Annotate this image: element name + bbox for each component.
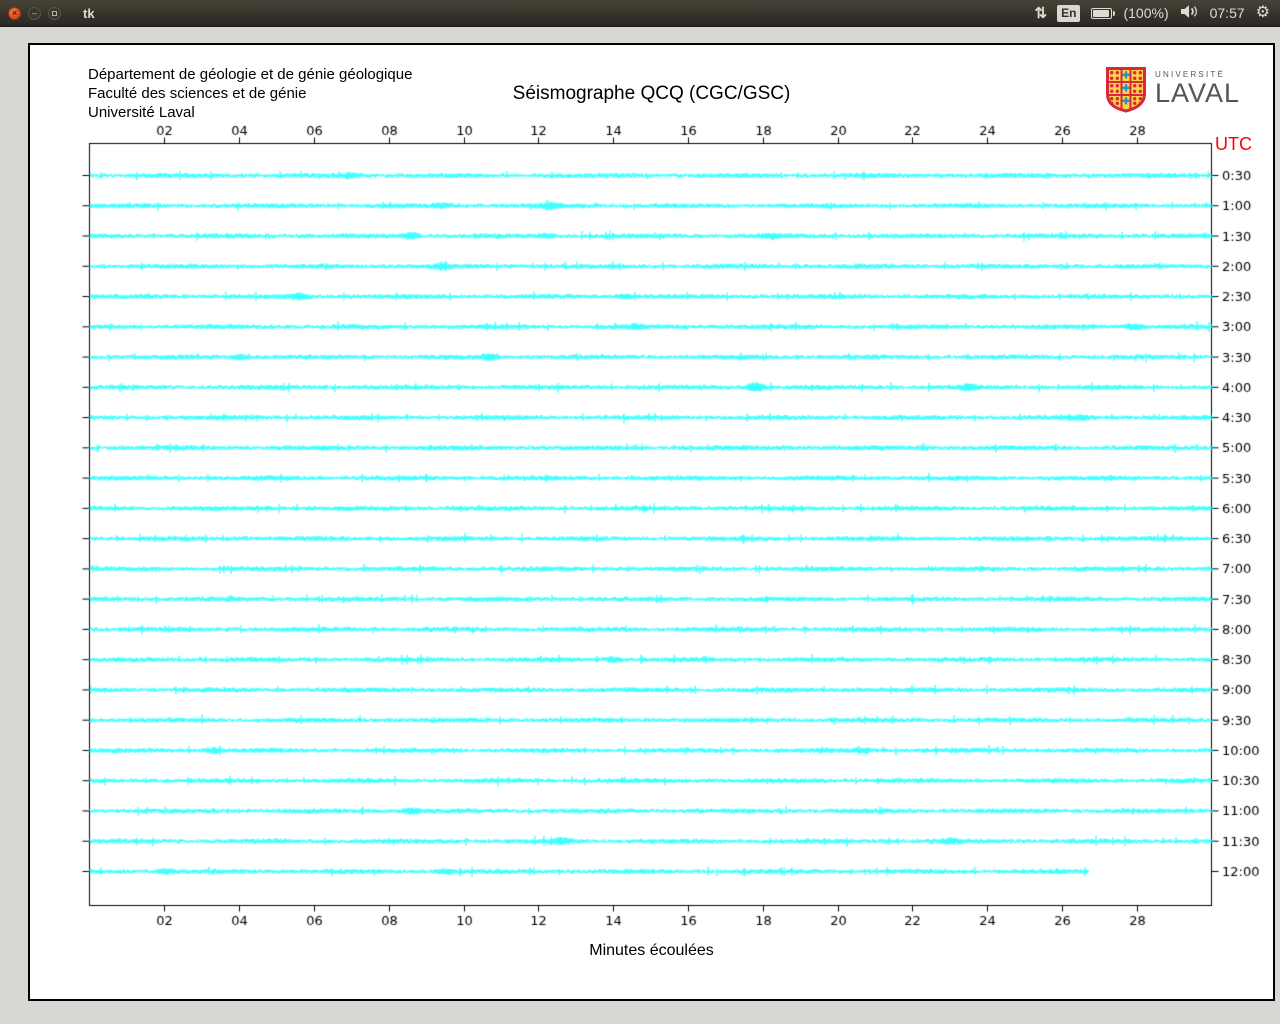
minimize-icon: –	[31, 7, 37, 18]
laval-shield-icon	[1106, 67, 1146, 113]
window-title: tk	[83, 5, 95, 21]
session-gear-icon[interactable]: ⚙	[1256, 5, 1270, 21]
minimize-button[interactable]: –	[28, 6, 41, 20]
window-controls: × –	[8, 6, 61, 20]
close-button[interactable]: ×	[8, 6, 21, 20]
battery-icon[interactable]	[1091, 7, 1116, 19]
laval-logo: UNIVERSITÉ LAVAL	[1106, 67, 1240, 113]
close-icon: ×	[11, 7, 18, 18]
maximize-icon	[52, 10, 57, 16]
plot-title: Séismographe QCQ (CGC/GSC)	[512, 83, 791, 104]
utc-axis-label: UTC	[1215, 134, 1252, 154]
maximize-button[interactable]	[48, 6, 61, 20]
window-titlebar: × – tk ⇅ En (100%) 07:57 ⚙	[0, 0, 1280, 27]
sync-arrows-icon[interactable]: ⇅	[1035, 4, 1048, 22]
logo-laval: LAVAL	[1155, 78, 1241, 108]
x-axis-label: Minutes écoulées	[589, 942, 714, 959]
system-tray: ⇅ En (100%) 07:57 ⚙	[1035, 4, 1270, 22]
keyboard-layout-indicator[interactable]: En	[1057, 4, 1081, 22]
clock[interactable]: 07:57	[1210, 5, 1245, 21]
laval-logo-text: UNIVERSITÉ LAVAL	[1155, 67, 1240, 107]
volume-icon[interactable]	[1180, 4, 1199, 22]
header-line-1: Département de géologie et de génie géol…	[88, 66, 413, 83]
header-line-3: Université Laval	[88, 104, 195, 121]
seismograph-canvas: Département de géologie et de génie géol…	[28, 43, 1275, 1001]
battery-percent: (100%)	[1123, 5, 1169, 21]
desktop: × – tk ⇅ En (100%) 07:57 ⚙ Département d…	[0, 0, 1280, 1024]
window-content: Département de géologie et de génie géol…	[0, 27, 1280, 1024]
